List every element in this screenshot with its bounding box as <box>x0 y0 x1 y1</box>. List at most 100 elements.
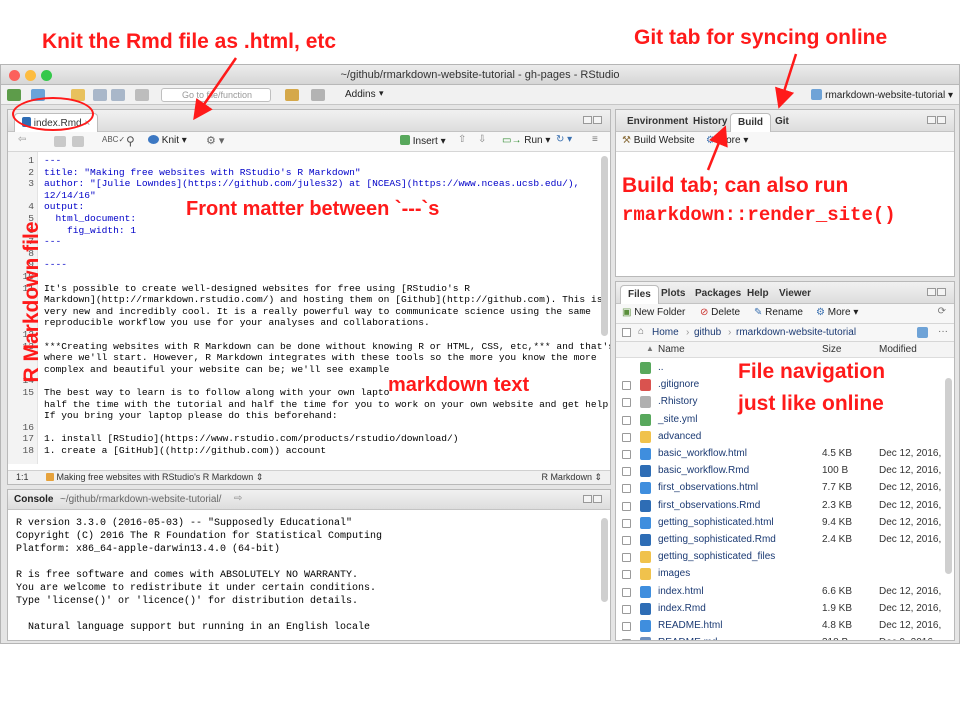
file-name[interactable]: basic_workflow.html <box>658 448 747 459</box>
file-row[interactable]: getting_sophisticated_files <box>616 549 954 566</box>
file-name[interactable]: .Rhistory <box>658 396 697 407</box>
r-project-icon[interactable] <box>917 327 928 338</box>
file-name[interactable]: .gitignore <box>658 379 699 390</box>
rename-button[interactable]: ✎ Rename <box>754 307 803 318</box>
col-size[interactable]: Size <box>822 344 841 355</box>
spellcheck-icon[interactable]: ABC✓ <box>102 135 125 144</box>
tab-build[interactable]: Build <box>730 113 771 132</box>
chunk-down-icon[interactable]: ⇩ <box>478 134 486 145</box>
console-window-buttons[interactable] <box>582 495 604 505</box>
file-row[interactable]: basic_workflow.html 4.5 KB Dec 12, 2016, <box>616 446 954 463</box>
files-window-buttons[interactable] <box>926 288 948 298</box>
file-checkbox[interactable] <box>622 570 631 580</box>
file-checkbox[interactable] <box>622 450 631 459</box>
gear-icon[interactable]: ⚙ ▾ <box>206 134 224 147</box>
file-name[interactable]: getting_sophisticated.html <box>658 517 774 528</box>
file-row[interactable]: first_observations.html 7.7 KB Dec 12, 201… <box>616 480 954 497</box>
file-checkbox[interactable] <box>622 639 631 640</box>
env-window-buttons[interactable] <box>926 116 948 126</box>
pane-window-buttons[interactable] <box>582 116 604 126</box>
file-row[interactable]: basic_workflow.Rmd 100 B Dec 12, 2016, <box>616 463 954 480</box>
file-name[interactable]: first_observations.html <box>658 482 758 493</box>
console-scrollbar[interactable] <box>601 518 608 602</box>
show-in-window-icon[interactable] <box>54 136 66 147</box>
select-all-checkbox[interactable] <box>622 328 631 337</box>
tab-viewer[interactable]: Viewer <box>772 285 818 304</box>
project-menu[interactable]: rmarkdown-website-tutorial ▾ <box>811 89 953 101</box>
tab-git[interactable]: Git <box>768 113 796 132</box>
file-row[interactable]: index.html 6.6 KB Dec 12, 2016, <box>616 584 954 601</box>
console-tab[interactable]: Console <box>14 494 53 505</box>
knit-button[interactable]: Knit ▾ <box>148 135 187 146</box>
file-checkbox[interactable] <box>622 467 631 477</box>
file-name[interactable]: images <box>658 568 690 579</box>
breadcrumb-github[interactable]: github <box>694 327 721 338</box>
tab-files[interactable]: Files <box>620 285 659 304</box>
file-name[interactable]: getting_sophisticated.Rmd <box>658 534 776 545</box>
file-name[interactable]: .. <box>658 362 664 373</box>
file-checkbox[interactable] <box>622 484 631 494</box>
save-all-icon[interactable] <box>111 89 125 101</box>
doc-outline-menu[interactable]: Making free websites with RStudio's R Ma… <box>46 472 263 483</box>
file-name[interactable]: index.html <box>658 586 704 597</box>
console-output[interactable]: R version 3.3.0 (2016-05-03) -- "Suppose… <box>8 512 610 640</box>
file-row[interactable]: advanced <box>616 429 954 446</box>
tab-help[interactable]: Help <box>740 285 776 304</box>
file-row[interactable]: first_observations.Rmd 2.3 KB Dec 12, 2016… <box>616 498 954 515</box>
file-checkbox[interactable] <box>622 381 631 391</box>
file-row[interactable]: getting_sophisticated.Rmd 2.4 KB Dec 12, 2… <box>616 532 954 549</box>
tab-environment[interactable]: Environment <box>620 113 695 132</box>
file-name[interactable]: README.md <box>658 637 717 640</box>
col-modified[interactable]: Modified <box>879 344 917 355</box>
file-name[interactable]: _site.yml <box>658 414 697 425</box>
file-row[interactable]: README.html 4.8 KB Dec 12, 2016, <box>616 618 954 635</box>
build-icon[interactable] <box>285 89 299 101</box>
save-doc-icon[interactable] <box>72 136 84 147</box>
files-more-menu[interactable]: ⚙ More ▾ <box>816 307 858 318</box>
files-scrollbar[interactable] <box>945 378 952 574</box>
save-icon[interactable] <box>93 89 107 101</box>
editor-scrollbar[interactable] <box>601 156 608 336</box>
tab-plots[interactable]: Plots <box>654 285 692 304</box>
file-type-menu[interactable]: R Markdown ⇕ <box>541 472 602 483</box>
grid-icon[interactable] <box>311 89 325 101</box>
run-button[interactable]: ▭→ Run ▾ <box>502 135 550 146</box>
print-icon[interactable] <box>135 89 149 101</box>
new-folder-button[interactable]: ▣ New Folder <box>622 307 685 318</box>
delete-button[interactable]: ⊘ Delete <box>700 307 740 318</box>
breadcrumb-home[interactable]: Home <box>652 327 679 338</box>
outline-icon[interactable]: ≡ <box>592 134 598 145</box>
more-path-icon[interactable]: ··· <box>938 326 948 337</box>
back-arrow-icon[interactable]: ⇦ <box>18 134 26 145</box>
file-name[interactable]: README.html <box>658 620 722 631</box>
build-more-menu[interactable]: ⚙ More ▾ <box>706 135 748 146</box>
file-checkbox[interactable] <box>622 415 631 425</box>
file-name[interactable]: index.Rmd <box>658 603 706 614</box>
addins-menu[interactable]: Addins <box>345 89 376 100</box>
file-name[interactable]: first_observations.Rmd <box>658 500 760 511</box>
go-to-dir-icon[interactable]: ⇨ <box>234 493 242 504</box>
file-checkbox[interactable] <box>622 432 631 442</box>
goto-file-input[interactable]: Go to file/function <box>161 88 271 102</box>
refresh-icon[interactable]: ⟳ <box>938 306 946 317</box>
file-checkbox[interactable] <box>622 501 631 511</box>
file-checkbox[interactable] <box>622 518 631 528</box>
tab-history[interactable]: History <box>686 113 734 132</box>
file-name[interactable]: basic_workflow.Rmd <box>658 465 749 476</box>
file-checkbox[interactable] <box>622 398 631 408</box>
build-website-button[interactable]: ⚒ Build Website <box>622 135 695 146</box>
file-name[interactable]: getting_sophisticated_files <box>658 551 775 562</box>
file-checkbox[interactable] <box>622 604 631 614</box>
file-checkbox[interactable] <box>622 622 631 631</box>
breadcrumb-project[interactable]: rmarkdown-website-tutorial <box>736 327 856 338</box>
file-row[interactable]: getting_sophisticated.html 9.4 KB Dec 12, … <box>616 515 954 532</box>
file-row[interactable]: images <box>616 566 954 583</box>
search-icon[interactable]: ⚲ <box>126 134 135 148</box>
rerun-icon[interactable]: ↻ ▾ <box>556 134 572 145</box>
file-checkbox[interactable] <box>622 536 631 545</box>
file-checkbox[interactable] <box>622 587 631 597</box>
file-checkbox[interactable] <box>622 553 631 563</box>
col-name[interactable]: Name <box>658 344 685 355</box>
new-file-icon[interactable] <box>7 89 21 101</box>
file-name[interactable]: advanced <box>658 431 701 442</box>
